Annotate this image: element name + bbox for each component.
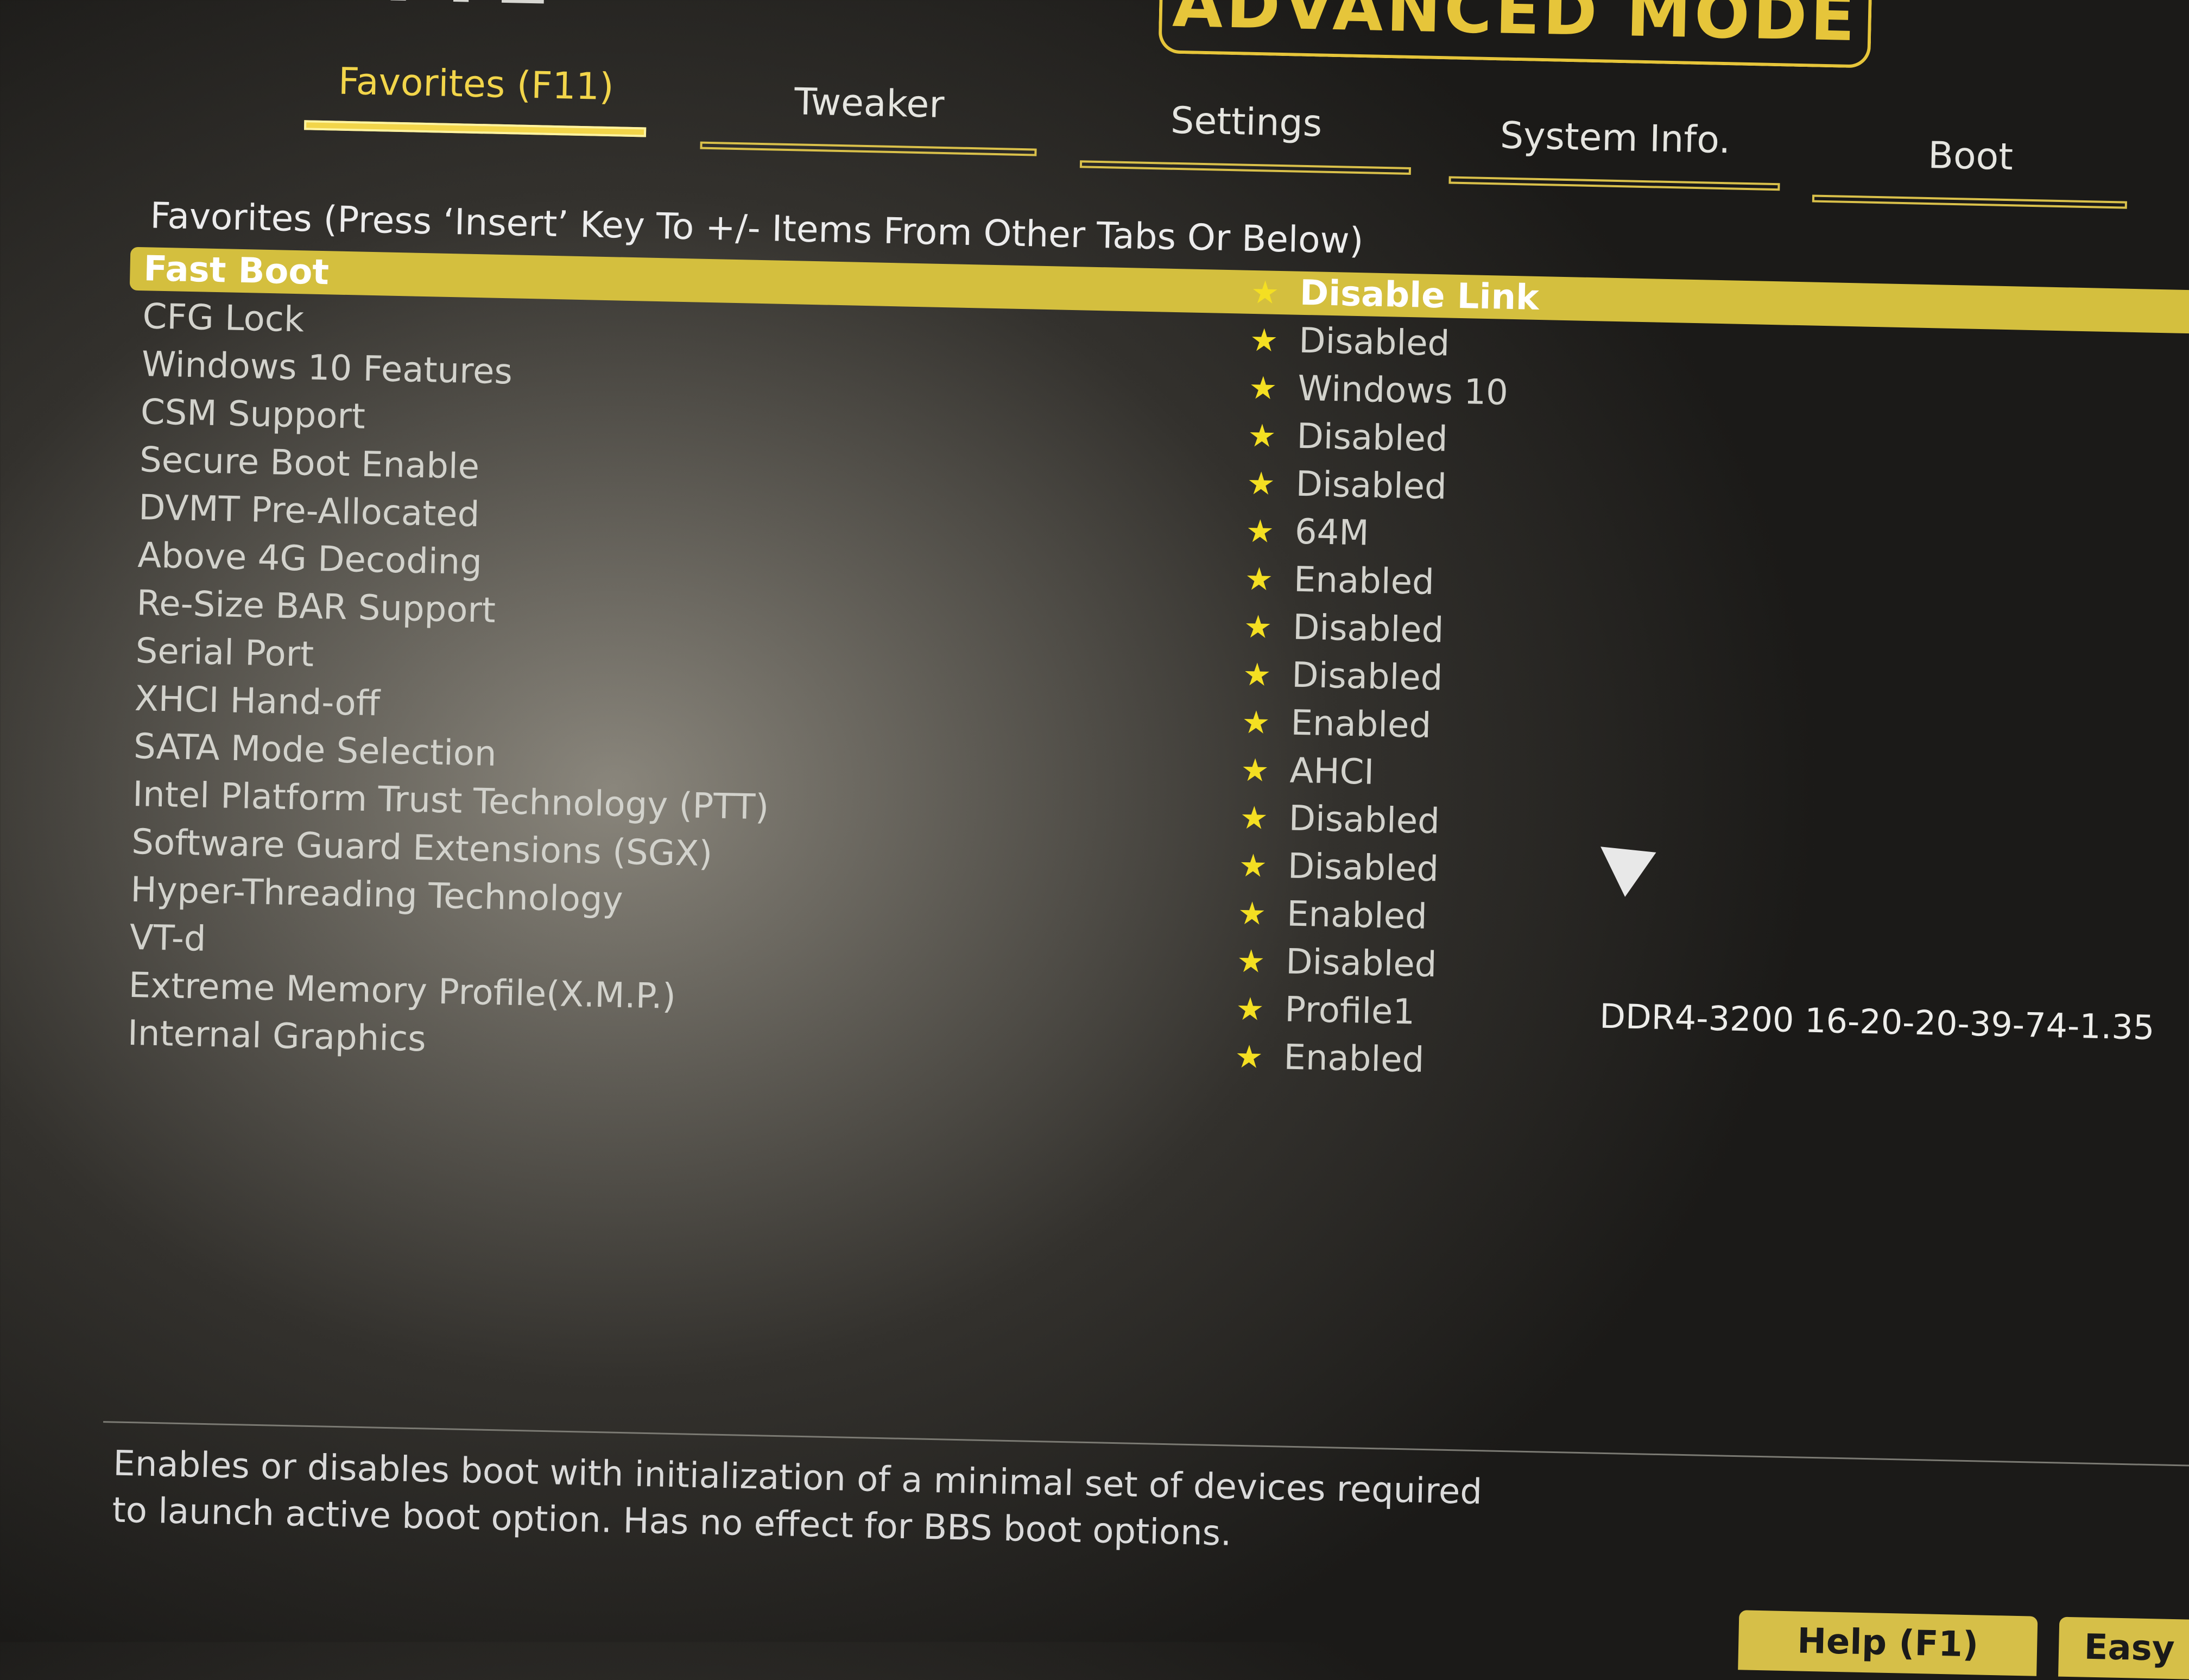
setting-value[interactable]: Disabled — [1285, 938, 1438, 989]
setting-label: SATA Mode Selection — [133, 726, 497, 774]
help-description: Enables or disables boot with initializa… — [112, 1440, 1905, 1571]
setting-value[interactable]: Disable Link — [1299, 269, 1539, 322]
favorite-star-icon: ★ — [1249, 321, 1279, 359]
favorite-star-icon: ★ — [1242, 655, 1272, 693]
favorite-star-icon: ★ — [1234, 1038, 1264, 1076]
favorite-star-icon: ★ — [1247, 464, 1276, 502]
setting-label: XHCI Hand-off — [134, 678, 381, 724]
setting-value[interactable]: Profile1 — [1285, 986, 1416, 1036]
setting-value[interactable]: Disabled — [1296, 413, 1448, 464]
favorite-star-icon: ★ — [1239, 799, 1269, 837]
tab-label: Boot — [1927, 134, 2014, 179]
favorites-list: Fast Boot ★ Disable Link CFG Lock ★ Disa… — [127, 245, 2185, 1100]
setting-label: CSM Support — [140, 392, 366, 437]
favorite-star-icon: ★ — [1245, 512, 1275, 550]
setting-label: Windows 10 Features — [141, 344, 513, 393]
tab-system-info[interactable]: System Info. — [1448, 113, 1781, 191]
tab-label: Settings — [1170, 99, 1323, 146]
favorite-star-icon: ★ — [1241, 703, 1271, 741]
mode-badge: ADVANCED MODE — [1158, 0, 1872, 68]
setting-value[interactable]: Windows 10 — [1298, 365, 1509, 417]
setting-value[interactable]: Enabled — [1293, 556, 1434, 607]
setting-label: Internal Graphics — [127, 1013, 427, 1060]
setting-label: Re-Size BAR Support — [136, 583, 496, 631]
favorite-star-icon: ★ — [1236, 942, 1266, 980]
tab-boot[interactable]: Boot — [1812, 132, 2129, 209]
favorite-star-icon: ★ — [1248, 369, 1278, 407]
tab-favorites[interactable]: Favorites (F11) — [304, 59, 648, 137]
favorite-star-icon: ★ — [1250, 273, 1280, 311]
favorite-star-icon: ★ — [1237, 894, 1267, 932]
tab-bar: Favorites (F11) Tweaker Settings System … — [303, 59, 2189, 209]
setting-value[interactable]: Disabled — [1298, 317, 1450, 368]
bios-screen: GIGABYTE ADVANCED MODE Favorites (F11) T… — [0, 0, 2189, 1680]
setting-value[interactable]: Disabled — [1287, 843, 1439, 894]
favorite-star-icon: ★ — [1244, 560, 1274, 598]
favorite-star-icon: ★ — [1240, 751, 1270, 789]
setting-label: Fast Boot — [143, 249, 330, 293]
easy-mode-button[interactable]: Easy — [2058, 1616, 2189, 1680]
tab-label: Tweaker — [794, 80, 945, 127]
tab-underline — [1812, 194, 2127, 209]
tab-label: Favorites (F11) — [338, 60, 615, 109]
favorite-star-icon: ★ — [1235, 990, 1265, 1028]
setting-value[interactable]: Disabled — [1295, 460, 1447, 511]
setting-value[interactable]: Disabled — [1292, 604, 1444, 655]
help-button[interactable]: Help (F1) — [1738, 1610, 2038, 1676]
setting-value[interactable]: Disabled — [1291, 652, 1444, 703]
brand-logo: GIGABYTE — [56, 0, 556, 23]
tab-tweaker[interactable]: Tweaker — [700, 79, 1038, 156]
tab-label: System Info. — [1500, 114, 1731, 162]
favorite-star-icon: ★ — [1243, 608, 1273, 646]
favorite-star-icon: ★ — [1238, 847, 1268, 885]
setting-value[interactable]: 64M — [1294, 508, 1369, 558]
setting-label: Above 4G Decoding — [137, 535, 483, 583]
setting-label: Secure Boot Enable — [139, 440, 480, 488]
setting-value[interactable]: Enabled — [1283, 1033, 1425, 1084]
setting-label: DVMT Pre-Allocated — [138, 488, 480, 535]
setting-label: Serial Port — [135, 631, 314, 675]
favorite-star-icon: ★ — [1247, 416, 1277, 454]
tab-underline — [1448, 176, 1780, 191]
setting-value[interactable]: AHCI — [1289, 747, 1375, 797]
setting-value[interactable]: Enabled — [1286, 890, 1427, 941]
setting-value[interactable]: Enabled — [1290, 699, 1432, 750]
setting-label: CFG Lock — [142, 296, 305, 340]
tab-underline — [304, 120, 647, 137]
setting-value[interactable]: Disabled — [1288, 795, 1440, 846]
tab-underline — [1079, 160, 1412, 175]
setting-label: VT-d — [129, 917, 207, 959]
tab-settings[interactable]: Settings — [1079, 97, 1413, 175]
tab-underline — [700, 141, 1037, 156]
